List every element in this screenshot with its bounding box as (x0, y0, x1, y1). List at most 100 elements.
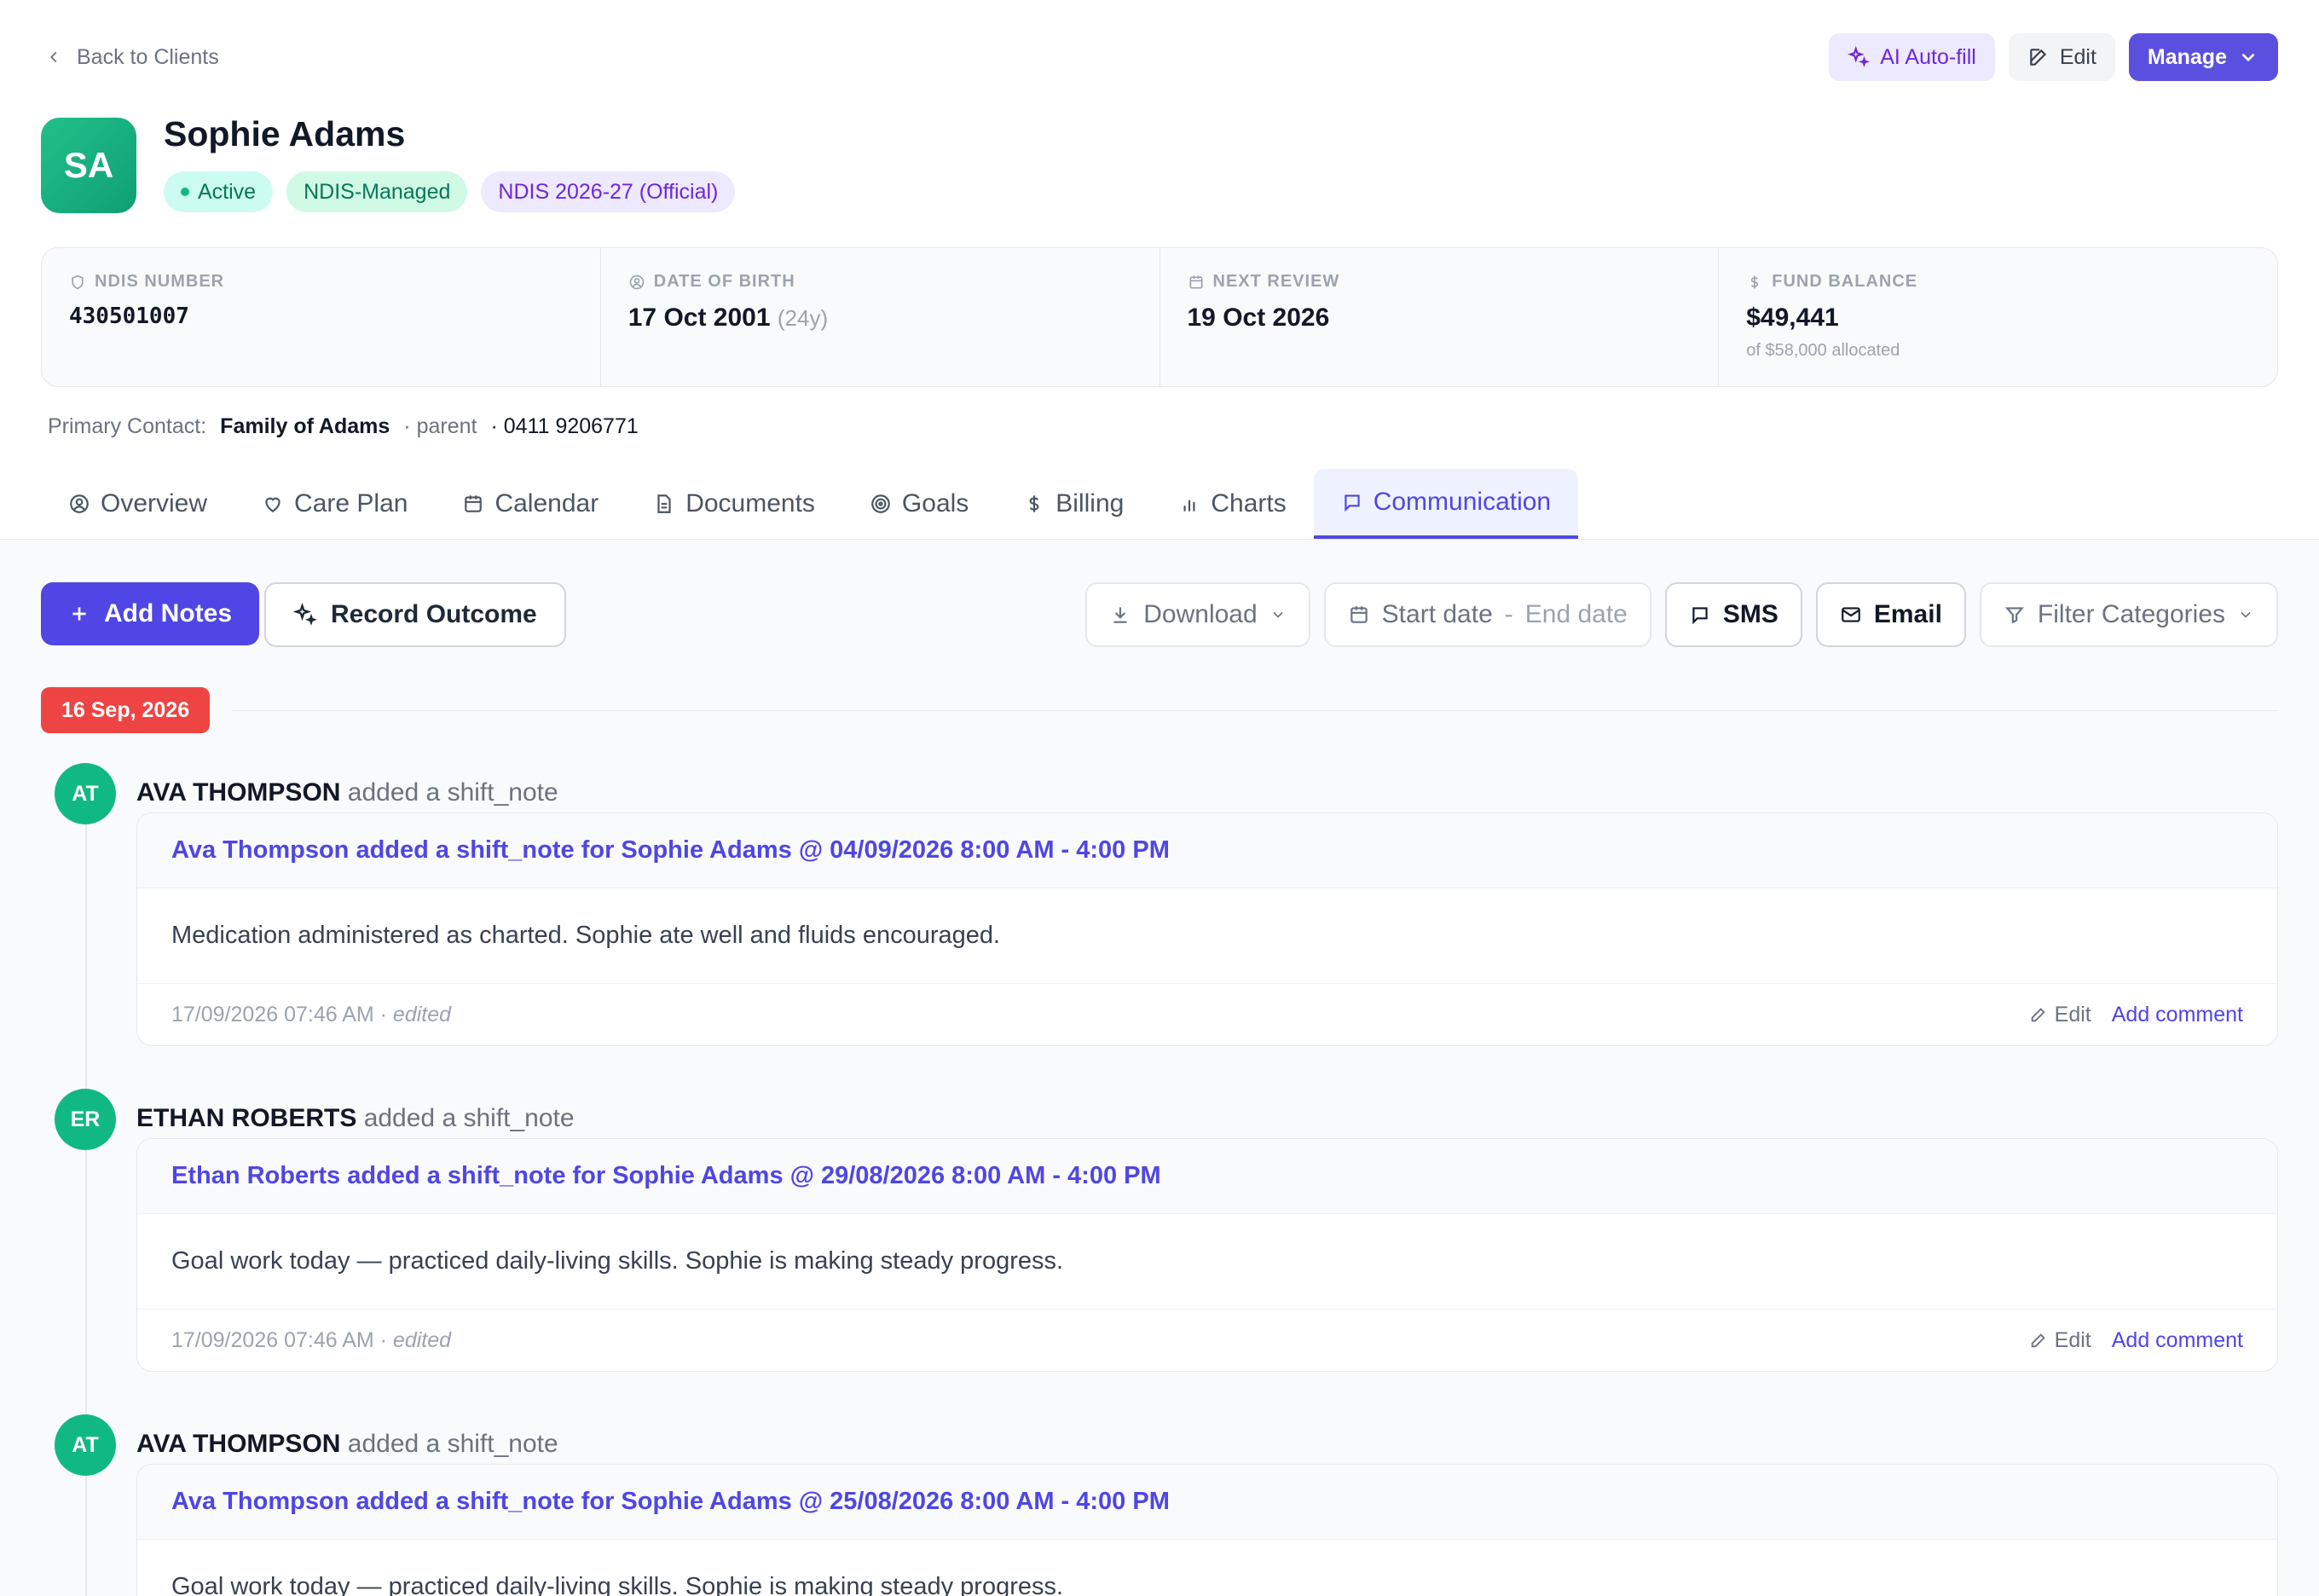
tab-label: Calendar (494, 489, 599, 518)
tab-communication[interactable]: Communication (1313, 469, 1579, 539)
timeline-date-chip: 16 Sep, 2026 (41, 687, 211, 733)
stat-label: NEXT REVIEW (1188, 272, 1692, 292)
edit-label: Edit (2054, 1002, 2091, 1026)
download-dropdown[interactable]: Download (1085, 582, 1310, 647)
record-outcome-label: Record Outcome (331, 600, 537, 628)
entry-header: ETHAN ROBERTS added a shift_note (136, 1104, 575, 1133)
manage-dropdown-button[interactable]: Manage (2128, 33, 2278, 81)
plan-badge: NDIS 2026-27 (Official) (481, 171, 736, 212)
dob-label: DATE OF BIRTH (653, 272, 795, 291)
note-edit-button[interactable]: Edit (2029, 1003, 2091, 1027)
tab-calendar[interactable]: Calendar (435, 469, 626, 539)
email-button[interactable]: Email (1815, 582, 1966, 647)
start-date-input[interactable]: Start date (1382, 600, 1493, 629)
contact-relation: · parent (403, 414, 477, 438)
stat-fund-balance: FUND BALANCE $49,441 of $58,000 allocate… (1719, 248, 2277, 386)
entry-action: added a shift_note (347, 1430, 558, 1458)
add-notes-label: Add Notes (104, 599, 232, 627)
entry-action: added a shift_note (363, 1104, 575, 1132)
note-title-link[interactable]: Ethan Roberts added a shift_note for Sop… (137, 1139, 2277, 1214)
ai-autofill-button[interactable]: AI Auto-fill (1829, 33, 1995, 81)
tab-overview[interactable]: Overview (41, 469, 234, 539)
stat-label: DATE OF BIRTH (628, 272, 1132, 292)
note-body: Goal work today — practiced daily-living… (137, 1214, 2277, 1310)
author-avatar: AT (55, 763, 116, 824)
note-body: Medication administered as charted. Soph… (137, 888, 2277, 984)
record-outcome-button[interactable]: Record Outcome (264, 582, 566, 647)
note-meta: 17/09/2026 07:46 AM · edited (171, 1328, 451, 1353)
client-header: Back to Clients AI Auto-fill Edit Manage… (0, 0, 2319, 539)
contact-label: Primary Contact: (48, 414, 207, 438)
edited-flag: · edited (379, 1002, 452, 1026)
contact-phone: · 0411 9206771 (490, 414, 639, 438)
sparkles-icon (1848, 46, 1871, 67)
funding-badge: NDIS-Managed (286, 171, 468, 212)
author-avatar: ER (55, 1089, 116, 1150)
back-to-clients-link[interactable]: Back to Clients (44, 43, 219, 72)
stat-ndis-number: NDIS NUMBER 430501007 (42, 248, 601, 386)
document-icon (657, 494, 671, 513)
add-comment-link[interactable]: Add comment (2112, 1003, 2243, 1027)
author-name: AVA THOMPSON (136, 778, 341, 807)
tab-label: Billing (1055, 489, 1125, 518)
stat-date-of-birth: DATE OF BIRTH 17 Oct 2001 (24y) (601, 248, 1160, 386)
chevron-down-icon (1273, 611, 1283, 618)
edit-label: Edit (2059, 44, 2096, 69)
status-dot (181, 188, 189, 196)
chevron-down-icon (2241, 53, 2255, 62)
client-name: Sophie Adams (164, 114, 406, 153)
filter-categories-dropdown[interactable]: Filter Categories (1979, 582, 2278, 647)
note-card: Ethan Roberts added a shift_note for Sop… (136, 1138, 2278, 1372)
tab-charts[interactable]: Charts (1151, 469, 1313, 539)
note-edit-button[interactable]: Edit (2029, 1328, 2091, 1353)
message-icon (1692, 607, 1708, 625)
end-date-input[interactable]: End date (1525, 600, 1628, 629)
sms-label: SMS (1722, 600, 1778, 628)
tab-care-plan[interactable]: Care Plan (234, 469, 435, 539)
edit-client-button[interactable]: Edit (2008, 33, 2115, 81)
review-label: NEXT REVIEW (1212, 272, 1340, 291)
note-body: Goal work today — practiced daily-living… (137, 1540, 2277, 1596)
plus-icon (72, 607, 86, 621)
header-actions: AI Auto-fill Edit Manage (1829, 33, 2278, 81)
date-range-picker[interactable]: Start date - End date (1323, 582, 1651, 647)
client-stats: NDIS NUMBER 430501007 DATE OF BIRTH 17 O… (41, 247, 2278, 387)
tab-label: Documents (685, 489, 815, 518)
tab-label: Communication (1373, 488, 1552, 516)
add-comment-link[interactable]: Add comment (2112, 1328, 2243, 1353)
dollar-icon (1751, 275, 1759, 288)
review-value: 19 Oct 2026 (1187, 304, 1330, 332)
date-divider (232, 710, 2278, 711)
note-meta: 17/09/2026 07:46 AM · edited (171, 1003, 451, 1027)
note-card: Ava Thompson added a shift_note for Soph… (136, 812, 2278, 1046)
heart-icon (265, 497, 280, 512)
client-badges: Active NDIS-Managed NDIS 2026-27 (Offici… (164, 171, 736, 212)
fund-label: FUND BALANCE (1772, 272, 1918, 291)
user-circle-icon (70, 494, 89, 513)
tab-goals[interactable]: Goals (842, 469, 996, 539)
calendar-icon (1189, 275, 1202, 288)
contact-name: Family of Adams (220, 414, 390, 438)
fund-allocated: of $58,000 allocated (1746, 341, 1900, 360)
chevron-down-icon (2241, 611, 2251, 618)
stat-next-review: NEXT REVIEW 19 Oct 2026 (1160, 248, 1720, 386)
note-title-link[interactable]: Ava Thompson added a shift_note for Soph… (137, 1465, 2277, 1540)
pencil-icon (2031, 1333, 2045, 1348)
note-title-link[interactable]: Ava Thompson added a shift_note for Soph… (137, 813, 2277, 888)
add-notes-button[interactable]: Add Notes (41, 582, 259, 645)
target-icon (871, 494, 890, 513)
edit-label: Edit (2054, 1327, 2091, 1352)
communication-panel: Add Notes Record Outcome Download Start … (0, 540, 2319, 1596)
note-timestamp: 17/09/2026 07:46 AM (171, 1002, 374, 1026)
pencil-icon (2031, 1008, 2045, 1022)
communication-toolbar: Add Notes Record Outcome Download Start … (41, 582, 2278, 647)
filter-icon (2004, 607, 2024, 624)
entry-action: added a shift_note (347, 778, 558, 807)
sms-button[interactable]: SMS (1664, 582, 1802, 647)
primary-contact: Primary Contact: Family of Adams · paren… (48, 414, 639, 439)
entry-header: AVA THOMPSON added a shift_note (136, 1430, 558, 1459)
tab-documents[interactable]: Documents (626, 469, 842, 539)
note-actions: Edit Add comment (2029, 1328, 2243, 1353)
email-label: Email (1873, 600, 1942, 628)
tab-billing[interactable]: Billing (996, 469, 1151, 539)
